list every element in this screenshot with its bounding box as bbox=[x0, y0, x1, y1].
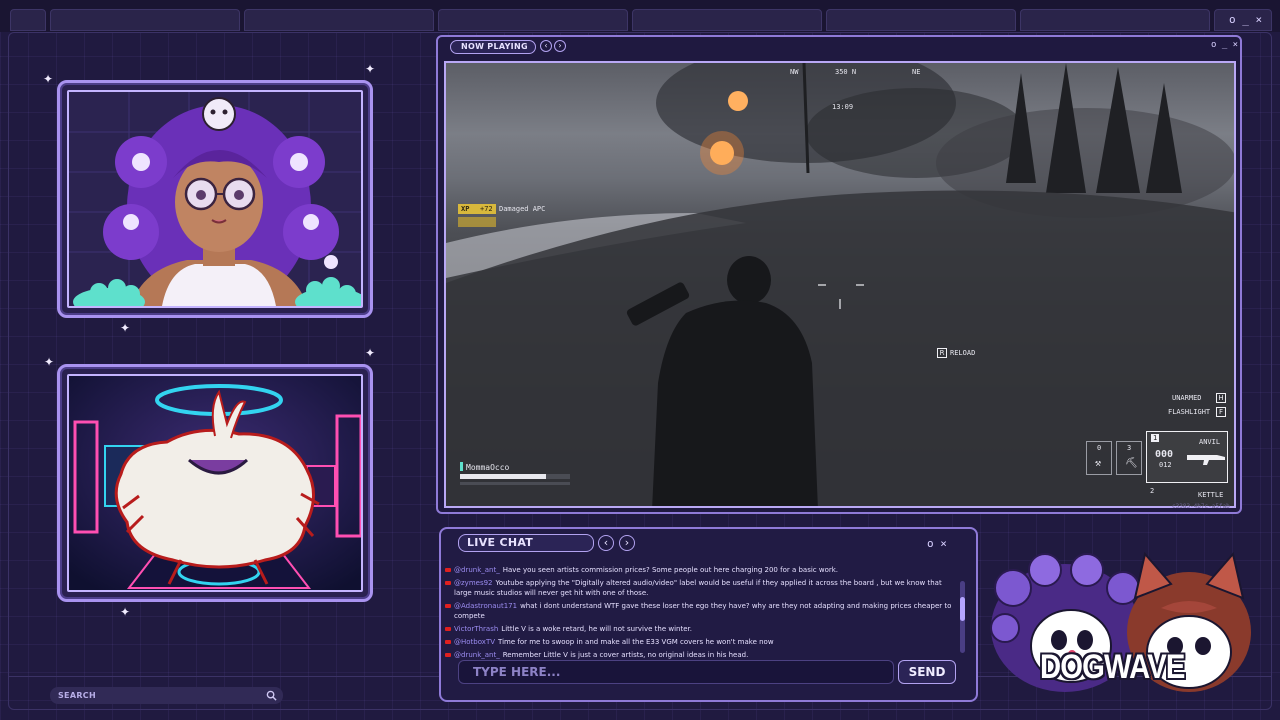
compass-heading: 350 N bbox=[835, 68, 857, 76]
rifle-icon bbox=[1187, 455, 1225, 465]
xp-badge-faded bbox=[458, 217, 496, 227]
webcam-frame-room bbox=[57, 364, 373, 602]
top-tab[interactable] bbox=[632, 9, 822, 31]
ammo-count: 000 bbox=[1155, 449, 1174, 460]
chat-message: @Adastronaut171 what i dont understand WT… bbox=[445, 601, 957, 621]
now-playing-panel: NOW PLAYING ‹ › o _ × NW 350 N NE 13:09 … bbox=[436, 35, 1242, 514]
sparkle-icon: ✦ bbox=[43, 72, 54, 86]
youtube-icon bbox=[445, 604, 451, 608]
chat-text: Have you seen artists commission prices?… bbox=[502, 566, 839, 574]
compass-ne: NE bbox=[912, 68, 921, 76]
equipment-slot-3: 3 ⛏ bbox=[1116, 441, 1142, 475]
chat-scrollbar-thumb[interactable] bbox=[960, 597, 965, 621]
youtube-icon bbox=[445, 627, 451, 631]
chat-text: what i dont understand WTF gave these lo… bbox=[454, 602, 952, 620]
weapon-slot-primary: 1 ANVIL 000 012 bbox=[1146, 431, 1228, 483]
sparkle-icon: ✦ bbox=[120, 605, 131, 619]
window-controls[interactable]: o _ × bbox=[1229, 13, 1262, 26]
slot-number: 2 bbox=[1150, 487, 1155, 495]
chat-username: @drunk_ant_ bbox=[454, 651, 500, 659]
flashlight-label: FLASHLIGHT bbox=[1168, 408, 1211, 416]
chat-message: @drunk_ant_ Remember Little V is just a c… bbox=[445, 650, 957, 660]
weapon-name-secondary: KETTLE bbox=[1198, 491, 1224, 499]
weapon-name: ANVIL bbox=[1199, 438, 1221, 446]
chat-message: VictorThrash Little V is a woke retard, h… bbox=[445, 624, 957, 634]
player-name: MommaOcco bbox=[466, 463, 510, 472]
mission-timer: 13:09 bbox=[832, 103, 854, 111]
xp-badge: XP +72 bbox=[458, 204, 496, 214]
now-playing-label: NOW PLAYING bbox=[450, 40, 536, 54]
equipment-slot-0: 0 ⚒ bbox=[1086, 441, 1112, 475]
panel-window-controls[interactable]: o _ × bbox=[1211, 40, 1238, 50]
chat-message: @drunk_ant_ Have you seen artists commiss… bbox=[445, 565, 957, 575]
chicken-mascot-illustration bbox=[69, 376, 361, 590]
xp-icon: XP bbox=[461, 205, 470, 213]
youtube-icon bbox=[445, 653, 451, 657]
chat-text: Remember Little V is just a cover artist… bbox=[502, 651, 749, 659]
chat-text: Youtube applying the "Digitally altered … bbox=[454, 579, 942, 597]
sparkle-icon: ✦ bbox=[120, 321, 131, 335]
live-chat-panel: LIVE CHAT ‹ › o × @drunk_ant_ Have you se… bbox=[439, 527, 978, 702]
next-button[interactable]: › bbox=[554, 40, 566, 52]
top-tab[interactable] bbox=[10, 9, 46, 31]
health-bar-fill bbox=[460, 474, 546, 479]
prev-button[interactable]: ‹ bbox=[540, 40, 552, 52]
compass-nw: NW bbox=[790, 68, 799, 76]
chat-input[interactable]: TYPE HERE... bbox=[458, 660, 894, 684]
chat-username: @Adastronaut171 bbox=[454, 602, 518, 610]
search-icon[interactable] bbox=[266, 690, 277, 701]
chat-window-controls[interactable]: o × bbox=[927, 537, 947, 550]
top-tab[interactable] bbox=[1020, 9, 1210, 31]
chat-text: Time for me to swoop in and make all the… bbox=[498, 638, 774, 646]
wrench-icon: ⚒ bbox=[1095, 458, 1102, 469]
chat-username: @drunk_ant_ bbox=[454, 566, 500, 574]
health-bar-track bbox=[460, 474, 570, 479]
slot-number: 3 bbox=[1127, 444, 1132, 452]
build-id: c3383-4b7c-a5fab bbox=[1172, 503, 1230, 510]
now-playing-header: NOW PLAYING ‹ › o _ × bbox=[438, 37, 1240, 57]
top-tab[interactable] bbox=[826, 9, 1016, 31]
flashlight-key: F bbox=[1216, 407, 1226, 417]
chat-username: @zymes92 bbox=[454, 579, 493, 587]
chat-username: @HotboxTV bbox=[454, 638, 496, 646]
sparkle-icon: ✦ bbox=[365, 346, 376, 360]
youtube-icon bbox=[445, 581, 451, 585]
xp-amount: +72 bbox=[480, 205, 493, 213]
pickaxe-icon: ⛏ bbox=[1125, 458, 1138, 469]
youtube-icon bbox=[445, 640, 451, 644]
ammo-reserve: 012 bbox=[1159, 461, 1172, 469]
chat-message: @zymes92 Youtube applying the "Digitally … bbox=[445, 578, 957, 598]
chat-message: @HotboxTV Time for me to swoop in and mak… bbox=[445, 637, 957, 647]
kill-feed-event: Damaged APC bbox=[499, 205, 546, 213]
chat-username: VictorThrash bbox=[454, 625, 499, 633]
top-tab[interactable] bbox=[244, 9, 434, 31]
top-tab[interactable] bbox=[438, 9, 628, 31]
vtuber-avatar-illustration bbox=[69, 92, 361, 306]
dogwave-logo-text: DOGWAVE bbox=[1040, 648, 1185, 686]
slot-number: 1 bbox=[1151, 434, 1160, 442]
slot-number: 0 bbox=[1097, 444, 1102, 452]
search-placeholder: SEARCH bbox=[58, 691, 96, 700]
chat-prev-button[interactable]: ‹ bbox=[598, 535, 614, 551]
sparkle-icon: ✦ bbox=[44, 355, 55, 369]
unarmed-key: H bbox=[1216, 393, 1226, 403]
stamina-bar bbox=[460, 482, 570, 485]
live-chat-title: LIVE CHAT bbox=[458, 534, 594, 552]
top-tab-strip: o _ × bbox=[0, 0, 1280, 32]
chat-next-button[interactable]: › bbox=[619, 535, 635, 551]
player-marker-icon bbox=[460, 462, 463, 471]
vtuber-avatar bbox=[67, 90, 363, 308]
sparkle-icon: ✦ bbox=[365, 62, 376, 76]
top-tab[interactable] bbox=[50, 9, 240, 31]
reload-key-icon: R bbox=[937, 348, 947, 358]
game-viewport[interactable]: NW 350 N NE 13:09 XP +72 Damaged APC R R… bbox=[444, 61, 1236, 508]
reload-prompt: RELOAD bbox=[950, 349, 976, 357]
unarmed-label: UNARMED bbox=[1172, 394, 1202, 402]
youtube-icon bbox=[445, 568, 451, 572]
search-input[interactable]: SEARCH bbox=[50, 687, 283, 704]
send-button[interactable]: SEND bbox=[898, 660, 956, 684]
room-scene bbox=[67, 374, 363, 592]
webcam-frame-avatar bbox=[57, 80, 373, 318]
chat-text: Little V is a woke retard, he will not s… bbox=[501, 625, 693, 633]
